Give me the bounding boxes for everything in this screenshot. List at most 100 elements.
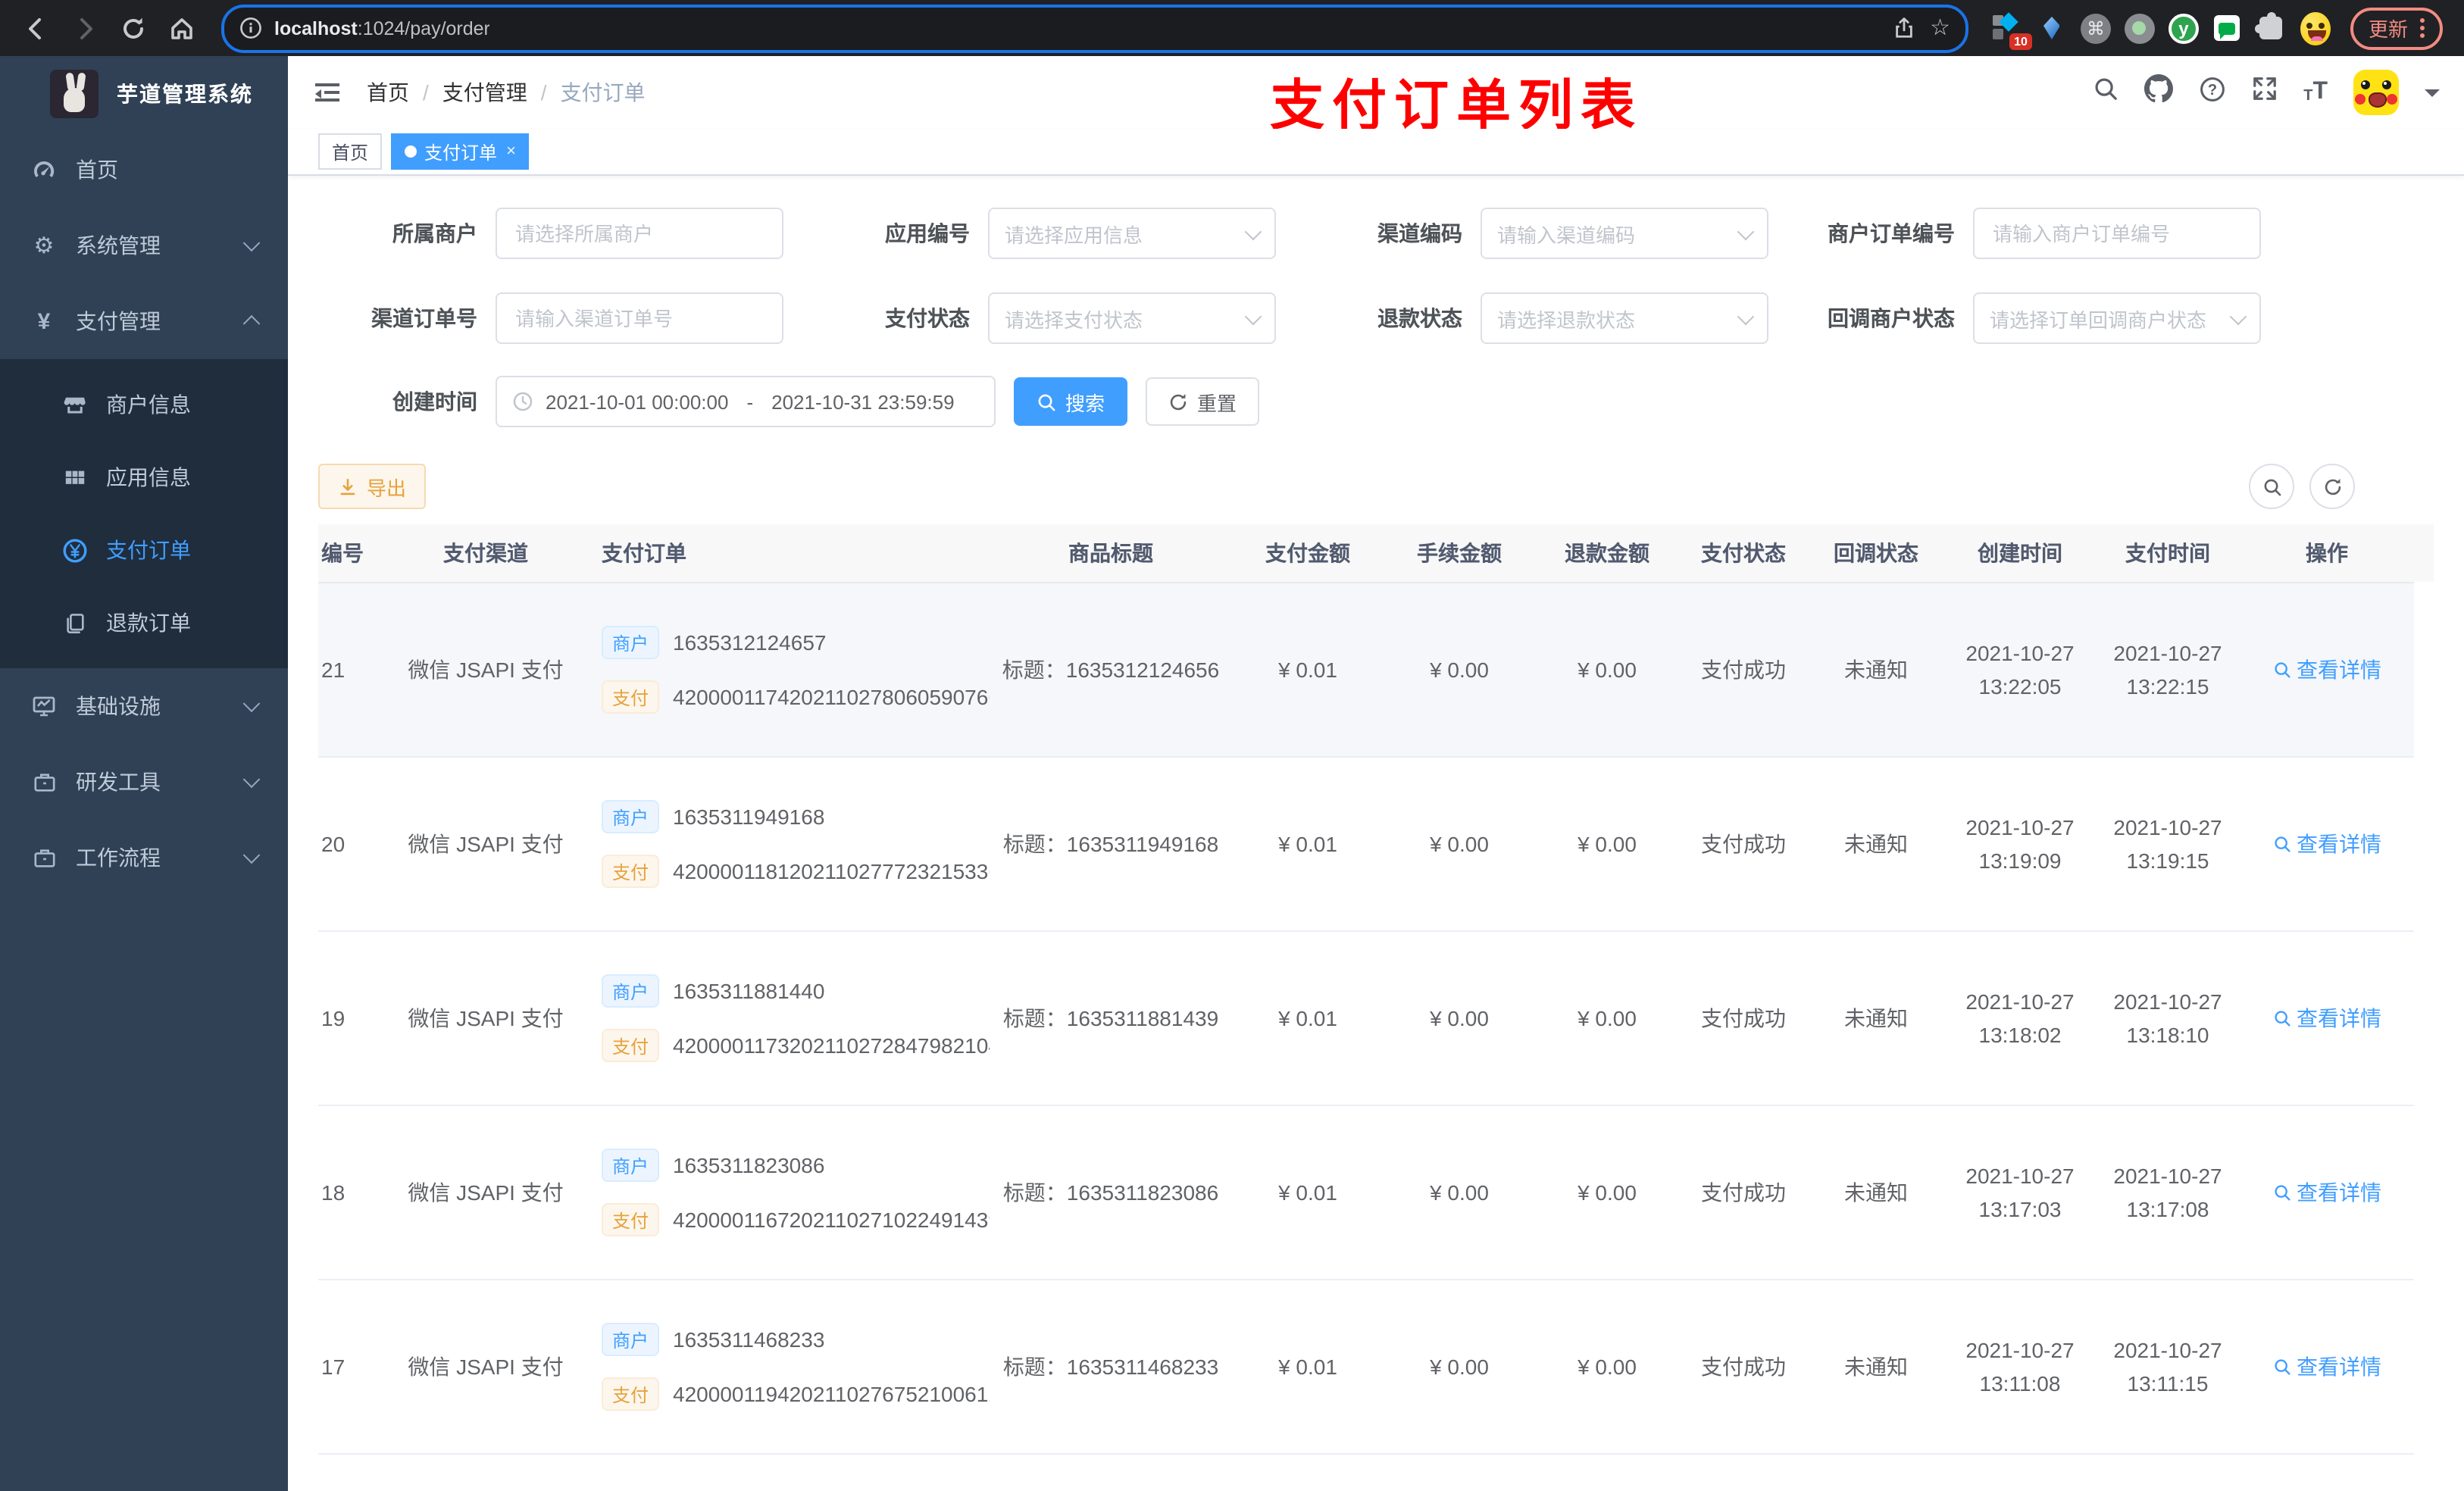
briefcase-icon xyxy=(30,771,58,793)
chevron-down-icon xyxy=(242,695,261,713)
reset-button[interactable]: 重置 xyxy=(1146,377,1260,426)
view-detail-link[interactable]: 查看详情 xyxy=(2272,655,2381,685)
extension-diamond-icon[interactable]: 10 xyxy=(1992,11,2032,49)
url-text: localhost:1024/pay/order xyxy=(274,17,490,39)
svg-text:?: ? xyxy=(2208,81,2217,98)
sidebar-item-system[interactable]: ⚙ 系统管理 xyxy=(0,208,288,283)
merchant-tag: 商户 xyxy=(602,1323,660,1356)
font-size-icon[interactable]: TT xyxy=(2303,80,2328,105)
extensions-puzzle-icon[interactable] xyxy=(2255,12,2287,43)
active-dot xyxy=(405,145,417,158)
tags-view: 首页 支付订单 × xyxy=(288,129,2464,176)
merchant-tag: 商户 xyxy=(602,1149,660,1182)
export-button[interactable]: 导出 xyxy=(318,464,427,509)
app-title: 芋道管理系统 xyxy=(117,82,253,106)
search-button[interactable]: 搜索 xyxy=(1014,377,1128,426)
merchant-order-no: 1635311468233 xyxy=(673,1327,825,1352)
view-detail-link[interactable]: 查看详情 xyxy=(2272,1177,2381,1208)
fullscreen-icon[interactable] xyxy=(2252,76,2278,109)
browser-update-button[interactable]: 更新 xyxy=(2350,7,2443,49)
browser-profile-avatar[interactable] xyxy=(2300,11,2331,45)
channel-order-no-input[interactable] xyxy=(496,292,783,344)
browser-toolbar: localhost:1024/pay/order ☆ 10 ⌘ y 更新 xyxy=(0,0,2464,56)
pay-status-select[interactable]: 请选择支付状态 xyxy=(988,292,1276,344)
caret-down-icon[interactable] xyxy=(2425,89,2440,104)
date-start: 2021-10-01 00:00:00 xyxy=(546,390,729,413)
share-icon[interactable] xyxy=(1892,17,1915,39)
close-icon[interactable]: × xyxy=(506,142,516,161)
forward-icon[interactable] xyxy=(64,7,106,49)
pay-tag: 支付 xyxy=(602,855,660,888)
search-icon[interactable] xyxy=(2093,76,2118,109)
tab-pay-order[interactable]: 支付订单 × xyxy=(391,133,530,170)
extension-badge: 10 xyxy=(2009,33,2032,49)
pay-tag: 支付 xyxy=(602,1029,660,1062)
sidebar-item-pay-order[interactable]: 支付订单 xyxy=(0,514,288,586)
sidebar-item-dev-tools[interactable]: 研发工具 xyxy=(0,744,288,820)
extension-command-icon[interactable]: ⌘ xyxy=(2080,13,2111,43)
orders-table: 编号 支付渠道 支付订单 商品标题 支付金额 手续金额 退款金额 支付状态 回调… xyxy=(318,524,2434,1491)
shop-icon xyxy=(61,393,88,416)
sidebar-item-home[interactable]: 首页 xyxy=(0,132,288,208)
clock-icon xyxy=(512,391,533,412)
yen-circle-icon xyxy=(61,537,88,563)
sidebar-item-refund-order[interactable]: 退款订单 xyxy=(0,586,288,659)
app-select[interactable]: 请选择应用信息 xyxy=(988,208,1276,259)
table-row: 17 微信 JSAPI 支付 商户 1635311468233 支付 4200001… xyxy=(318,1280,2414,1455)
home-icon[interactable] xyxy=(161,7,203,49)
merchant-order-no: 1635312124657 xyxy=(673,630,827,655)
chevron-down-icon xyxy=(1737,222,1755,240)
table-header-row: 编号 支付渠道 支付订单 商品标题 支付金额 手续金额 退款金额 支付状态 回调… xyxy=(318,524,2414,583)
view-detail-link[interactable]: 查看详情 xyxy=(2272,1003,2381,1033)
sidebar-item-merchant-info[interactable]: 商户信息 xyxy=(0,368,288,441)
pay-tag: 支付 xyxy=(602,680,660,714)
toggle-search-button[interactable] xyxy=(2249,464,2294,509)
extension-record-icon[interactable] xyxy=(2124,13,2155,43)
merchant-order-no: 1635311949168 xyxy=(673,805,825,829)
sidebar: 芋道管理系统 首页 ⚙ 系统管理 ¥ 支付管理 商户信息 应用信息 支付订单 退… xyxy=(0,56,288,1491)
logo-image xyxy=(50,70,98,118)
notify-status-select[interactable]: 请选择订单回调商户状态 xyxy=(1973,292,2261,344)
back-icon[interactable] xyxy=(15,7,58,49)
refund-status-select[interactable]: 请选择退款状态 xyxy=(1481,292,1768,344)
sidebar-item-infra[interactable]: 基础设施 xyxy=(0,668,288,744)
app-logo[interactable]: 芋道管理系统 xyxy=(0,56,288,132)
merchant-order-no-input[interactable] xyxy=(1973,208,2261,259)
merchant-input[interactable] xyxy=(496,208,783,259)
sidebar-item-app-info[interactable]: 应用信息 xyxy=(0,441,288,514)
table-row: 21 微信 JSAPI 支付 商户 1635312124657 支付 4200001… xyxy=(318,583,2414,758)
bookmark-star-icon[interactable]: ☆ xyxy=(1930,17,1950,39)
extensions-area: 10 ⌘ y 更新 xyxy=(1987,7,2449,49)
chevron-down-icon xyxy=(242,846,261,864)
date-range-input[interactable]: 2021-10-01 00:00:00 - 2021-10-31 23:59:5… xyxy=(496,376,996,427)
sidebar-item-workflow[interactable]: 工作流程 xyxy=(0,820,288,896)
reload-icon[interactable] xyxy=(112,7,155,49)
browser-menu-icon[interactable] xyxy=(2420,18,2425,38)
refresh-button[interactable] xyxy=(2309,464,2355,509)
chevron-up-icon xyxy=(242,314,261,333)
chevron-down-icon xyxy=(2229,307,2247,325)
channel-code-select[interactable]: 请输入渠道编码 xyxy=(1481,208,1768,259)
user-avatar[interactable] xyxy=(2353,70,2399,115)
help-icon[interactable]: ? xyxy=(2199,75,2226,110)
table-row: 20 微信 JSAPI 支付 商户 1635311949168 支付 4200001… xyxy=(318,757,2414,932)
chevron-down-icon xyxy=(1737,307,1755,325)
site-info-icon[interactable] xyxy=(239,17,262,39)
view-detail-link[interactable]: 查看详情 xyxy=(2272,1352,2381,1382)
address-bar[interactable]: localhost:1024/pay/order ☆ xyxy=(221,4,1968,52)
extension-kite-icon[interactable] xyxy=(2037,13,2067,43)
extension-chat-icon[interactable] xyxy=(2212,13,2243,43)
breadcrumb-pay[interactable]: 支付管理 xyxy=(442,77,527,108)
sidebar-item-pay[interactable]: ¥ 支付管理 xyxy=(0,283,288,359)
merchant-order-no: 1635311823086 xyxy=(673,1153,825,1177)
tab-home[interactable]: 首页 xyxy=(318,133,383,170)
merchant-tag: 商户 xyxy=(602,974,660,1008)
breadcrumb-home[interactable]: 首页 xyxy=(367,77,409,108)
documents-icon xyxy=(61,611,88,634)
channel-order-no: 4200001174202110278060590766 xyxy=(673,685,990,709)
github-icon[interactable] xyxy=(2144,74,2174,111)
view-detail-link[interactable]: 查看详情 xyxy=(2272,829,2381,859)
sidebar-toggle-icon[interactable] xyxy=(312,77,342,108)
extension-y-icon[interactable]: y xyxy=(2168,13,2199,43)
monitor-icon xyxy=(30,694,58,718)
